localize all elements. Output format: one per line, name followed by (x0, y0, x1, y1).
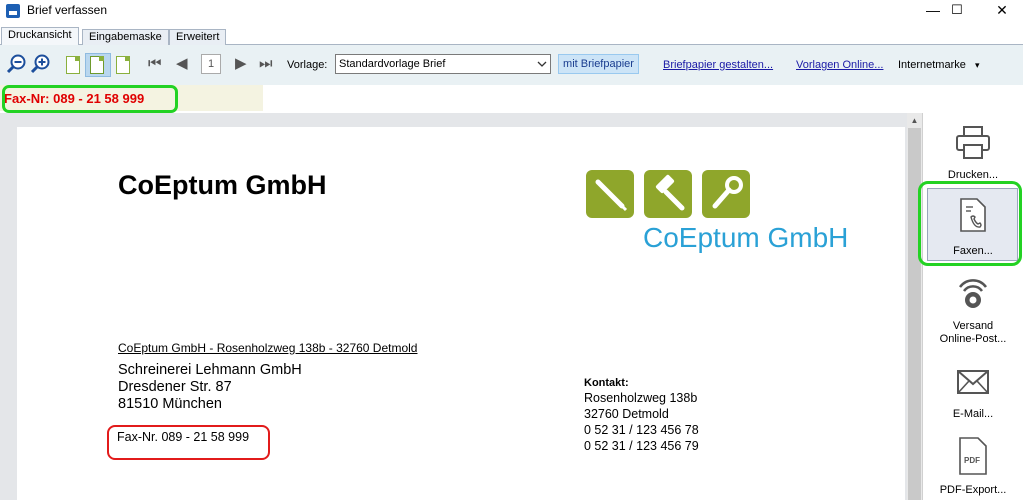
fax-header-highlight (2, 85, 178, 113)
briefpapier-gestalten-link[interactable]: Briefpapier gestalten... (663, 59, 773, 71)
next-page-icon[interactable]: ▶ (235, 55, 247, 73)
kontakt-phone: 0 52 31 / 123 456 78 (584, 423, 699, 437)
internetmarke-menu[interactable]: Internetmarke ▾ (898, 59, 979, 71)
vorlage-value: Standardvorlage Brief (339, 58, 446, 70)
fax-number-highlight (107, 425, 270, 460)
recipient-name: Schreinerei Lehmann GmbH (118, 362, 302, 378)
online-post-icon[interactable] (955, 274, 991, 310)
internetmarke-label: Internetmarke (898, 59, 966, 71)
chevron-down-icon (537, 61, 547, 67)
vorlagen-online-link[interactable]: Vorlagen Online... (796, 59, 883, 71)
recipient-city: 81510 München (118, 396, 222, 412)
kontakt-city: 32760 Detmold (584, 407, 669, 421)
zoom-out-icon[interactable] (5, 53, 27, 75)
kontakt-fax: 0 52 31 / 123 456 79 (584, 439, 699, 453)
tab-strip: Druckansicht Eingabemaske Erweitert (0, 27, 1023, 46)
vorlage-label: Vorlage: (287, 59, 328, 71)
sender-address-line: CoEptum GmbH - Rosenholzweg 138b - 32760… (118, 341, 418, 355)
two-page-icon (90, 56, 104, 74)
logo-hammer-icon (644, 170, 692, 218)
tab-erweitert[interactable]: Erweitert (169, 29, 227, 46)
mit-briefpapier-toggle[interactable]: mit Briefpapier (558, 54, 639, 74)
title-bar: Brief verfassen — ☐ ✕ (0, 0, 1023, 22)
pdf-icon[interactable]: PDF (957, 437, 989, 475)
scrollbar-thumb[interactable] (908, 128, 921, 500)
kontakt-street: Rosenholzweg 138b (584, 391, 698, 405)
single-page-icon[interactable] (66, 56, 80, 74)
email-button[interactable]: E-Mail... (924, 408, 1022, 420)
page-width-icon[interactable] (116, 56, 130, 74)
versand-label-line2[interactable]: Online-Post... (924, 333, 1022, 345)
versand-label-line1[interactable]: Versand (924, 320, 1022, 332)
vorlage-select[interactable]: Standardvorlage Brief (335, 54, 551, 74)
envelope-icon[interactable] (956, 368, 990, 396)
logo-screwdriver-icon (586, 170, 634, 218)
tab-eingabemaske[interactable]: Eingabemaske (82, 29, 169, 46)
window-title: Brief verfassen (27, 3, 108, 17)
first-page-icon[interactable]: ⏮ (148, 55, 162, 73)
company-heading: CoEptum GmbH (118, 170, 327, 200)
toolbar: ⏮ ◀ 1 ▶ ⏭ Vorlage: Standardvorlage Brief… (0, 45, 1023, 85)
maximize-button[interactable]: ☐ (934, 0, 980, 22)
faxen-highlight (918, 181, 1022, 266)
last-page-icon[interactable]: ⏭ (259, 55, 273, 73)
logo-wrench-icon (702, 170, 750, 218)
dropdown-arrow-icon: ▾ (974, 60, 980, 70)
pdf-badge: PDF (964, 456, 980, 465)
drucken-button[interactable]: Drucken... (924, 169, 1022, 181)
tab-druckansicht[interactable]: Druckansicht (1, 27, 79, 46)
page-number-input[interactable]: 1 (201, 54, 221, 74)
logo-company-text: CoEptum GmbH (643, 222, 849, 253)
previous-page-icon[interactable]: ◀ (176, 55, 188, 73)
app-icon (6, 4, 20, 18)
printer-icon[interactable] (954, 124, 992, 162)
close-button[interactable]: ✕ (979, 0, 1023, 22)
kontakt-label: Kontakt: (584, 377, 629, 389)
two-page-view-button[interactable] (85, 53, 111, 77)
zoom-in-icon[interactable] (29, 53, 51, 75)
pdf-export-button[interactable]: PDF-Export... (924, 484, 1022, 496)
recipient-street: Dresdener Str. 87 (118, 379, 232, 395)
scroll-up-icon[interactable]: ▲ (907, 114, 922, 128)
